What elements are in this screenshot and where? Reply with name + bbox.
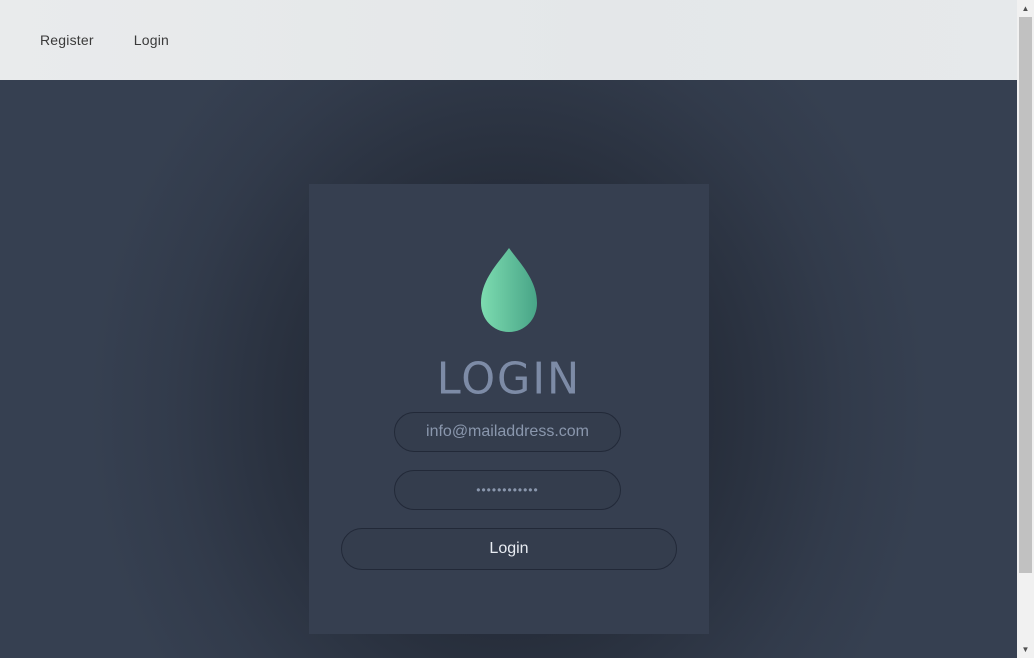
vertical-scrollbar[interactable]: ▲ ▼ bbox=[1017, 0, 1034, 658]
scrollbar-thumb[interactable] bbox=[1019, 17, 1032, 573]
password-field[interactable] bbox=[394, 470, 621, 510]
login-button[interactable]: Login bbox=[341, 528, 677, 570]
email-field[interactable] bbox=[394, 412, 621, 452]
nav-register-link[interactable]: Register bbox=[40, 32, 94, 48]
scroll-up-arrow-icon[interactable]: ▲ bbox=[1017, 0, 1034, 17]
login-card: LOGIN Login bbox=[309, 184, 709, 634]
top-navigation: Register Login bbox=[0, 0, 1017, 80]
water-drop-icon bbox=[480, 247, 538, 333]
scroll-down-arrow-icon[interactable]: ▼ bbox=[1017, 641, 1034, 658]
page: Register Login LOGIN Login bbox=[0, 0, 1034, 658]
nav-login-link[interactable]: Login bbox=[134, 32, 169, 48]
main-area: LOGIN Login bbox=[0, 80, 1017, 658]
login-title: LOGIN bbox=[436, 353, 582, 405]
